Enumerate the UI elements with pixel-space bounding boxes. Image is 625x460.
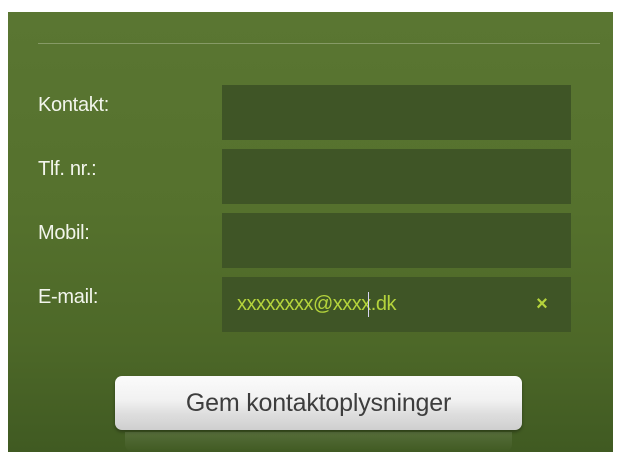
contact-form-panel: Kontakt: Tlf. nr.: Mobil: E-mail: xxxxxx… [8, 12, 613, 452]
close-icon[interactable]: × [533, 291, 551, 317]
mobile-input[interactable] [222, 213, 571, 268]
email-label: E-mail: [38, 286, 99, 308]
phone-label: Tlf. nr.: [38, 158, 97, 180]
phone-input[interactable] [222, 149, 571, 204]
button-reflection [125, 432, 512, 452]
contact-input[interactable] [222, 85, 571, 140]
save-contact-button[interactable]: Gem kontaktoplysninger [115, 376, 522, 430]
email-input-value[interactable]: xxxxxxxx@xxxx.dk [237, 277, 396, 332]
email-field[interactable]: xxxxxxxx@xxxx.dk × [222, 277, 571, 332]
text-caret [368, 292, 369, 317]
mobile-label: Mobil: [38, 222, 90, 244]
contact-label: Kontakt: [38, 94, 109, 116]
phone-field[interactable] [222, 149, 571, 204]
mobile-field[interactable] [222, 213, 571, 268]
divider [38, 43, 600, 44]
contact-field[interactable] [222, 85, 571, 140]
